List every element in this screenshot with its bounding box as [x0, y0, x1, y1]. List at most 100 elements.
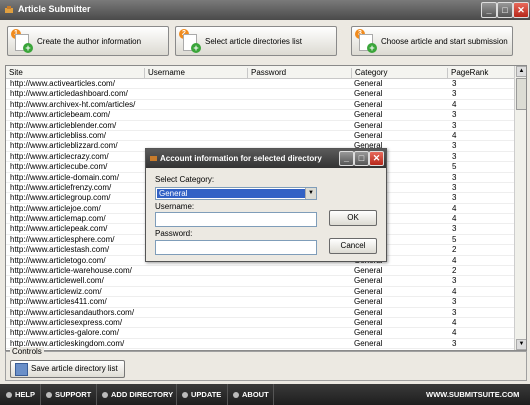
cell-pagerank: 2	[452, 245, 457, 255]
cell-pagerank: 3	[452, 172, 457, 182]
column-header-password[interactable]: Password	[247, 68, 352, 78]
cell-site: http://www.articlesphere.com/	[10, 234, 115, 244]
cell-pagerank: 4	[452, 328, 457, 338]
cancel-button[interactable]: Cancel	[329, 238, 377, 254]
support-label: SUPPORT	[55, 390, 92, 399]
cell-pagerank: 3	[452, 151, 457, 161]
cell-category: General	[354, 286, 383, 296]
update-label: UPDATE	[191, 390, 222, 399]
table-row[interactable]: http://www.articledashboard.com/General 3	[6, 89, 514, 100]
table-row[interactable]: http://www.articles-galore.com/General 4	[6, 328, 514, 339]
cell-site: http://www.articlewell.com/	[10, 276, 104, 286]
close-button[interactable]: ✕	[513, 2, 529, 18]
column-header-category[interactable]: Category	[351, 68, 448, 78]
cell-site: http://www.articleblizzard.com/	[10, 141, 118, 151]
about-link[interactable]: ABOUT	[233, 390, 269, 399]
table-row[interactable]: http://www.articles411.com/General 3	[6, 297, 514, 308]
cell-pagerank: 3	[452, 120, 457, 130]
username-label: Username:	[155, 202, 195, 211]
cell-site: http://www.articlecube.com/	[10, 162, 108, 172]
dialog-title-bar: Account information for selected directo…	[146, 149, 386, 168]
website-link[interactable]: WWW.SUBMITSUITE.COM	[426, 390, 519, 399]
category-select[interactable]: General ▼	[155, 187, 317, 200]
table-row[interactable]: http://www.articlesexpress.com/General 4	[6, 317, 514, 329]
cell-category: General	[354, 297, 383, 307]
save-icon	[15, 363, 28, 376]
save-directory-list-button[interactable]: Save article directory list	[10, 360, 125, 378]
scroll-up-icon[interactable]: ▲	[516, 66, 526, 77]
cell-pagerank: 2	[452, 266, 457, 276]
app-icon	[4, 5, 14, 15]
cell-pagerank: 3	[452, 307, 457, 317]
bullet-icon	[182, 392, 188, 399]
wizard-steps: 1 + Create the author information 2 + Se…	[0, 20, 530, 64]
cell-site: http://www.articlesandauthors.com/	[10, 307, 135, 317]
maximize-button[interactable]: □	[497, 2, 513, 18]
support-link[interactable]: SUPPORT	[46, 390, 91, 399]
table-row[interactable]: http://www.articleskingdom.com/General 3	[6, 338, 514, 350]
cell-pagerank: 3	[452, 224, 457, 234]
vertical-scrollbar[interactable]: ▲ ▼	[514, 66, 526, 350]
start-submission-button[interactable]: 3 + Choose article and start submission	[351, 26, 513, 56]
table-header: Site Username Password Category PageRank	[6, 66, 514, 79]
dialog-maximize-button[interactable]: □	[354, 151, 369, 166]
minimize-button[interactable]: _	[481, 2, 497, 18]
step-label-3: Choose article and start submission	[381, 37, 508, 46]
cell-site: http://www.articledashboard.com/	[10, 89, 128, 99]
cell-pagerank: 3	[452, 276, 457, 286]
footer-divider	[227, 384, 228, 405]
create-author-button[interactable]: 1 + Create the author information	[7, 26, 169, 56]
table-row[interactable]: http://www.articlebeam.com/General 3	[6, 110, 514, 121]
cell-category: General	[354, 120, 383, 130]
cell-pagerank: 4	[452, 203, 457, 213]
column-header-site[interactable]: Site	[6, 68, 145, 78]
cell-pagerank: 3	[452, 338, 457, 348]
table-row[interactable]: http://www.archivex-ht.com/articles/Gene…	[6, 99, 514, 111]
dialog-close-button[interactable]: ✕	[369, 151, 384, 166]
table-row[interactable]: http://www.articleblender.com/General 3	[6, 121, 514, 131]
footer-divider	[176, 384, 177, 405]
cell-category: General	[354, 307, 383, 317]
cell-site: http://www.archivex-ht.com/articles/	[10, 99, 136, 109]
select-directories-button[interactable]: 2 + Select article directories list	[175, 26, 337, 56]
cell-pagerank: 4	[452, 99, 457, 109]
column-header-username[interactable]: Username	[144, 68, 248, 78]
step-label-1: Create the author information	[37, 37, 142, 46]
column-header-pagerank[interactable]: PageRank	[447, 68, 515, 78]
chevron-down-icon[interactable]: ▼	[305, 188, 316, 199]
table-row[interactable]: http://www.articlebliss.com/General 4	[6, 130, 514, 142]
cell-category: General	[354, 276, 383, 286]
ok-button[interactable]: OK	[329, 210, 377, 226]
cell-pagerank: 3	[452, 141, 457, 151]
help-link[interactable]: HELP	[6, 390, 35, 399]
cell-pagerank: 5	[452, 234, 457, 244]
cell-pagerank: 3	[452, 89, 457, 99]
add-icon: +	[367, 43, 377, 53]
about-label: ABOUT	[242, 390, 269, 399]
username-field[interactable]	[155, 212, 317, 227]
scroll-thumb[interactable]	[516, 78, 526, 110]
table-row[interactable]: http://www.articlewell.com/General 3	[6, 276, 514, 287]
window-title: Article Submitter	[18, 4, 91, 14]
cell-site: http://www.articlecrazy.com/	[10, 151, 109, 161]
cell-category: General	[354, 266, 383, 276]
dialog-minimize-button[interactable]: _	[339, 151, 354, 166]
cell-pagerank: 4	[452, 317, 457, 327]
update-link[interactable]: UPDATE	[182, 390, 221, 399]
cell-category: General	[354, 79, 383, 88]
table-row[interactable]: http://www.article-warehouse.com/General…	[6, 266, 514, 277]
cell-category: General	[354, 328, 383, 338]
bullet-icon	[233, 392, 239, 399]
table-row[interactable]: http://www.activearticles.com/General 3	[6, 79, 514, 90]
cell-pagerank: 4	[452, 130, 457, 140]
footer-divider	[273, 384, 274, 405]
add-directory-link[interactable]: ADD DIRECTORY	[102, 390, 173, 399]
table-row[interactable]: http://www.articlesandauthors.com/Genera…	[6, 308, 514, 318]
scroll-down-icon[interactable]: ▼	[516, 339, 526, 350]
cell-site: http://www.articlemap.com/	[10, 214, 106, 224]
password-field[interactable]	[155, 240, 317, 255]
table-row[interactable]: http://www.articlewiz.com/General 4	[6, 286, 514, 298]
cell-pagerank: 4	[452, 286, 457, 296]
cell-site: http://www.articlestash.com/	[10, 245, 110, 255]
cell-category: General	[354, 130, 383, 140]
